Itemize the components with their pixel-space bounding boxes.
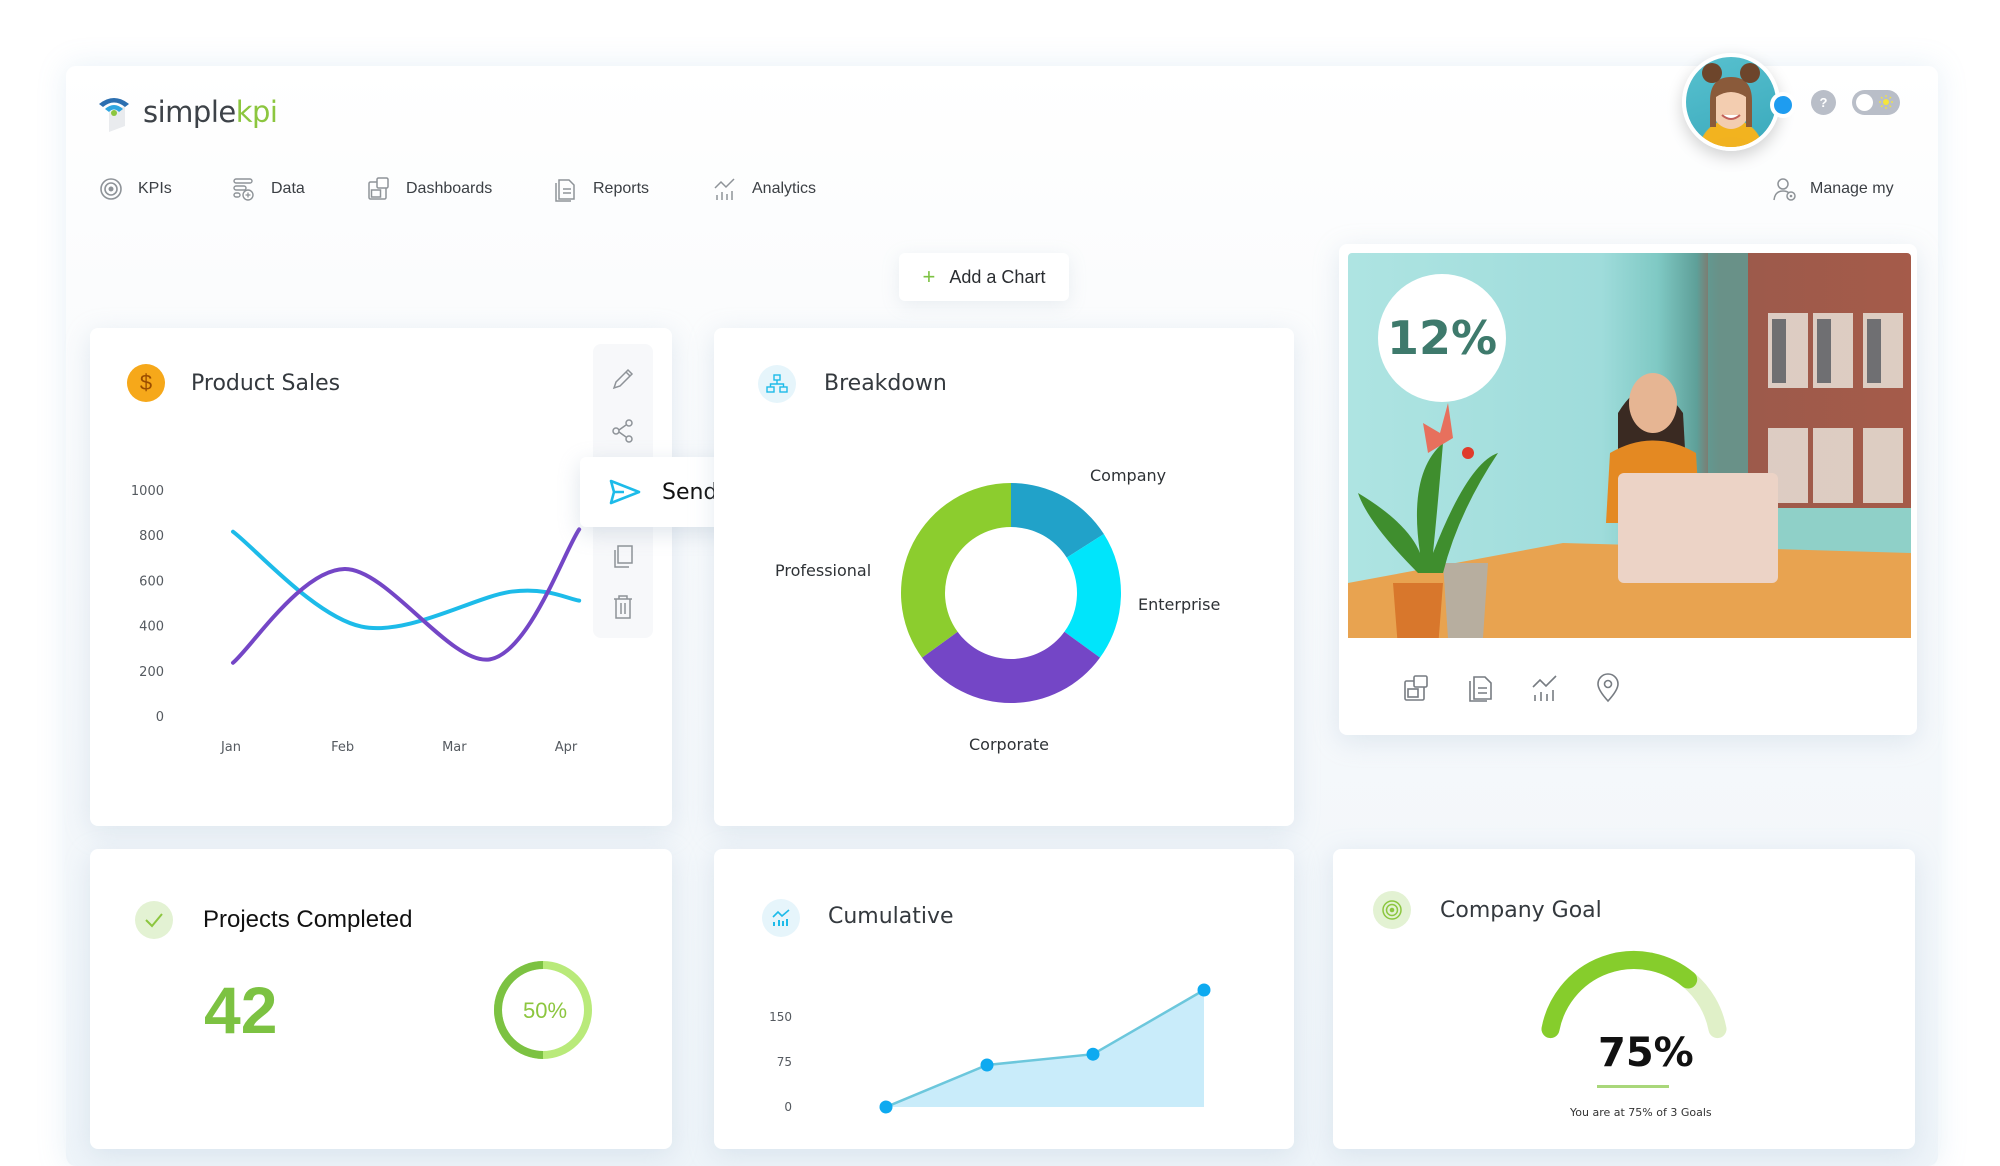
logo[interactable]: simplekpi — [97, 90, 278, 134]
nav-item-kpis[interactable]: KPIs — [98, 174, 172, 204]
help-icon: ? — [1819, 95, 1828, 110]
y-tick-label: 75 — [777, 1055, 792, 1069]
product-sales-chart: 0 200 400 600 800 1000 Jan Feb Mar Apr — [131, 484, 582, 755]
projects-count: 42 — [204, 973, 278, 1047]
x-tick-label: Apr — [555, 740, 578, 755]
cumulative-chart: 0 75 150 — [769, 983, 1211, 1114]
projects-ring-label: 50% — [523, 998, 568, 1023]
data-point — [879, 1100, 893, 1114]
donut-slice-corporate — [922, 631, 1100, 703]
avatar-photo — [1702, 63, 1760, 147]
y-tick-label: 1000 — [131, 484, 164, 499]
y-tick-label: 0 — [784, 1100, 792, 1114]
area-fill — [886, 990, 1204, 1107]
theme-toggle[interactable] — [1852, 90, 1900, 115]
logo-text: simplekpi — [143, 95, 278, 129]
breakdown-title: Breakdown — [824, 371, 947, 396]
nav-label: Dashboards — [406, 180, 493, 197]
data-add-icon — [233, 178, 254, 201]
company-goal-title: Company Goal — [1440, 898, 1602, 923]
analytics-icon — [762, 899, 800, 937]
help-button[interactable]: ? — [1811, 90, 1836, 115]
report-icon[interactable] — [1466, 673, 1496, 703]
nav-item-reports[interactable]: Reports — [553, 174, 649, 204]
series-line-1 — [231, 527, 582, 665]
manage-account-link[interactable]: Manage my — [1772, 176, 1894, 202]
nav-item-dashboards[interactable]: Dashboards — [366, 174, 492, 204]
product-sales-title: Product Sales — [191, 371, 341, 396]
gauge-underline — [1597, 1085, 1669, 1088]
nav-item-analytics[interactable]: Analytics — [712, 174, 816, 204]
cumulative-title: Cumulative — [828, 904, 954, 929]
breakdown-donut — [901, 483, 1121, 703]
user-settings-icon — [1773, 178, 1796, 201]
donut-label-enterprise: Enterprise — [1138, 595, 1221, 614]
manage-label: Manage my — [1810, 180, 1894, 197]
y-tick-label: 400 — [139, 620, 164, 635]
company-goal-value: 75% — [1598, 1030, 1694, 1076]
target-icon — [100, 178, 122, 200]
logo-icon — [99, 98, 129, 132]
projects-title: Projects Completed — [203, 906, 413, 933]
x-tick-label: Mar — [442, 740, 467, 755]
series-line-0 — [231, 529, 582, 631]
send-icon — [609, 479, 641, 505]
analytics-icon — [714, 178, 735, 200]
dollar-icon: $ — [127, 364, 165, 402]
donut-label-corporate: Corporate — [969, 735, 1049, 754]
company-goal-subtitle: You are at 75% of 3 Goals — [1570, 1106, 1712, 1119]
analytics-icon[interactable] — [1530, 673, 1560, 703]
copy-icon[interactable] — [609, 542, 637, 570]
data-point — [1197, 983, 1211, 997]
data-point — [980, 1058, 994, 1072]
data-point — [1086, 1047, 1100, 1061]
dollar-symbol: $ — [139, 370, 153, 395]
hierarchy-icon — [758, 365, 796, 403]
nav-label: Reports — [593, 180, 650, 197]
add-chart-label: Add a Chart — [949, 266, 1046, 287]
y-tick-label: 800 — [139, 529, 164, 544]
nav-item-data[interactable]: Data — [231, 174, 305, 204]
online-status-dot — [1770, 92, 1796, 118]
avatar[interactable] — [1682, 53, 1780, 151]
dashboard-icon — [368, 177, 389, 200]
target-icon — [1373, 891, 1411, 929]
sun-icon — [1879, 95, 1893, 109]
percent-badge: 12% — [1378, 274, 1506, 402]
send-label: Send — [662, 479, 718, 505]
checkmark-icon — [135, 901, 173, 939]
nav-label: Data — [271, 180, 305, 197]
gauge-progress — [1541, 951, 1698, 1039]
donut-label-professional: Professional — [775, 561, 872, 580]
donut-label-company: Company — [1090, 466, 1167, 485]
share-icon[interactable] — [609, 417, 637, 445]
edit-pencil-icon[interactable] — [609, 365, 637, 393]
add-chart-button[interactable]: + Add a Chart — [899, 253, 1069, 301]
donut-slice-professional — [901, 483, 1011, 658]
x-tick-label: Feb — [331, 740, 354, 755]
y-tick-label: 600 — [139, 574, 164, 589]
plus-icon: + — [922, 264, 936, 289]
report-icon — [555, 179, 575, 202]
y-tick-label: 150 — [769, 1010, 792, 1024]
nav-label: Analytics — [752, 180, 817, 197]
y-tick-label: 0 — [156, 710, 164, 725]
toggle-knob — [1856, 94, 1873, 111]
x-tick-label: Jan — [220, 740, 241, 755]
location-pin-icon[interactable] — [1593, 673, 1623, 703]
dashboard-icon[interactable] — [1402, 673, 1432, 703]
nav-label: KPIs — [138, 180, 172, 197]
trash-icon[interactable] — [609, 593, 637, 621]
y-tick-label: 200 — [139, 665, 164, 680]
